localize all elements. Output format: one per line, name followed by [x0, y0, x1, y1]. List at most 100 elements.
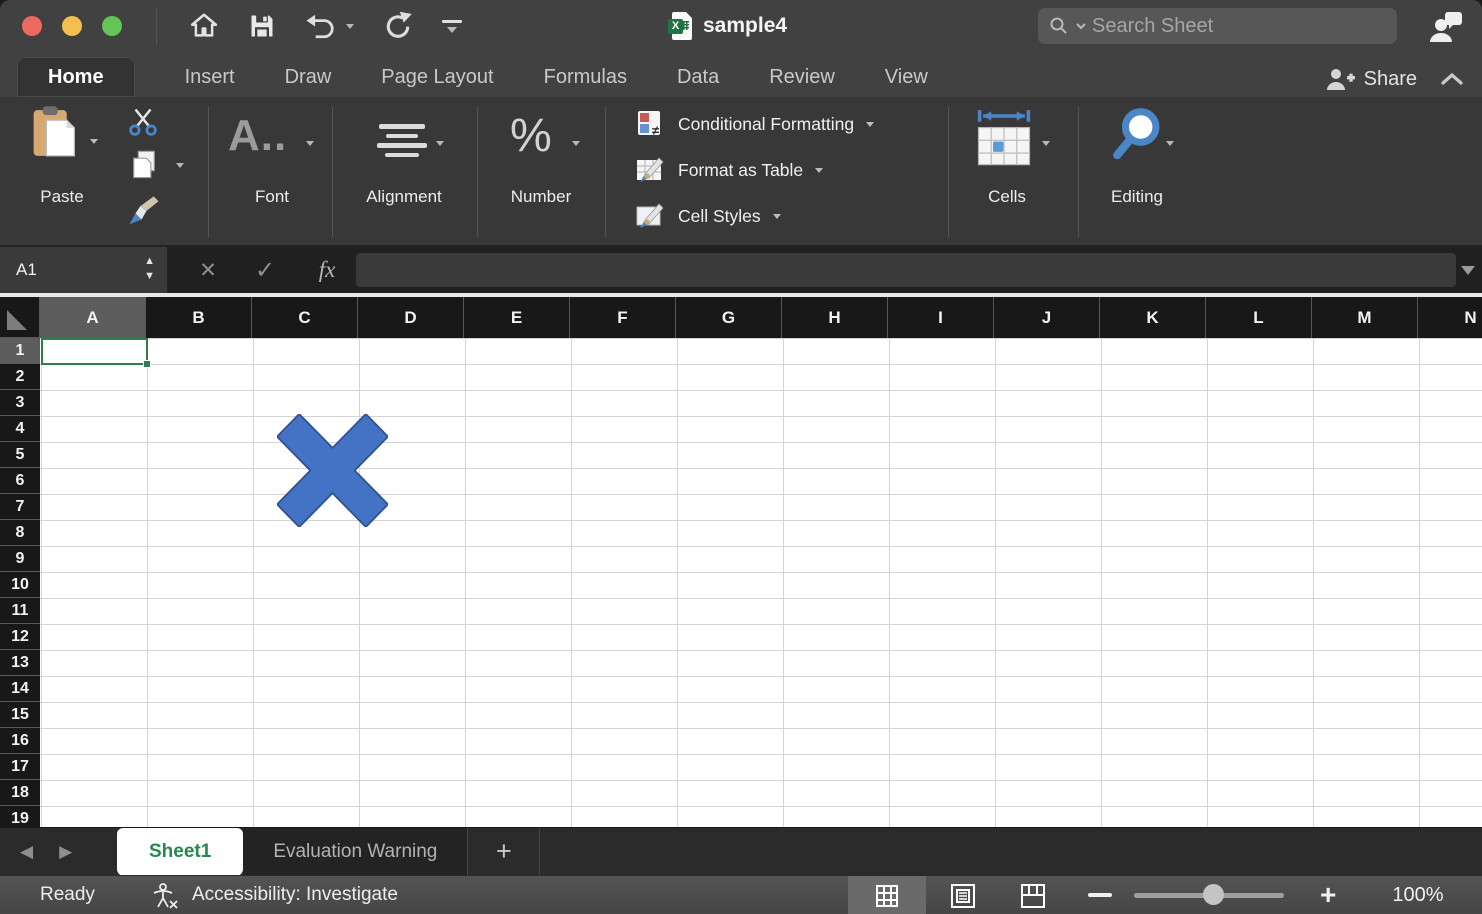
copy-dropdown-caret[interactable]: [176, 163, 184, 168]
expand-formula-bar-chevron-icon[interactable]: [1461, 266, 1475, 275]
cells-dropdown-caret[interactable]: [1042, 141, 1050, 146]
tab-view[interactable]: View: [885, 57, 928, 97]
tab-page-layout[interactable]: Page Layout: [381, 57, 493, 97]
paste-dropdown-caret[interactable]: [90, 139, 98, 144]
tab-draw[interactable]: Draw: [285, 57, 332, 97]
row-header-19[interactable]: 19: [0, 806, 40, 827]
save-button[interactable]: [248, 12, 276, 40]
tab-data[interactable]: Data: [677, 57, 719, 97]
close-window-button[interactable]: [22, 16, 42, 36]
search-scope-chevron-icon[interactable]: [1076, 22, 1086, 30]
col-header-J[interactable]: J: [994, 297, 1100, 338]
insert-function-button[interactable]: fx: [310, 247, 344, 293]
undo-dropdown-caret[interactable]: [346, 24, 354, 29]
row-header-18[interactable]: 18: [0, 780, 40, 806]
next-sheet-arrow-icon[interactable]: ▶: [59, 842, 72, 862]
font-settings-icon[interactable]: A..: [228, 111, 287, 161]
col-header-D[interactable]: D: [358, 297, 464, 338]
zoom-level[interactable]: 100%: [1368, 876, 1468, 914]
cross-shape[interactable]: [277, 414, 388, 527]
zoom-slider-thumb[interactable]: [1203, 884, 1224, 905]
col-header-M[interactable]: M: [1312, 297, 1418, 338]
format-as-table-button[interactable]: Format as Table: [636, 155, 823, 185]
col-header-N[interactable]: N: [1418, 297, 1482, 338]
col-header-B[interactable]: B: [146, 297, 252, 338]
row-header-12[interactable]: 12: [0, 624, 40, 650]
editing-button[interactable]: [1110, 107, 1162, 166]
search-sheet-box[interactable]: [1038, 8, 1397, 44]
add-sheet-button[interactable]: +: [468, 828, 540, 876]
share-button[interactable]: Share: [1364, 68, 1417, 91]
sheet-tab-sheet1[interactable]: Sheet1: [117, 828, 243, 876]
col-header-K[interactable]: K: [1100, 297, 1206, 338]
accessibility-button[interactable]: [150, 883, 180, 914]
tab-review[interactable]: Review: [769, 57, 835, 97]
row-header-7[interactable]: 7: [0, 494, 40, 520]
col-header-L[interactable]: L: [1206, 297, 1312, 338]
zoom-window-button[interactable]: [102, 16, 122, 36]
row-header-16[interactable]: 16: [0, 728, 40, 754]
col-header-G[interactable]: G: [676, 297, 782, 338]
name-box-spinner[interactable]: ▲ ▼: [144, 254, 155, 284]
col-header-E[interactable]: E: [464, 297, 570, 338]
row-header-1[interactable]: 1: [0, 338, 40, 364]
row-header-10[interactable]: 10: [0, 572, 40, 598]
page-layout-view-button[interactable]: [940, 876, 986, 914]
row-header-11[interactable]: 11: [0, 598, 40, 624]
row-header-15[interactable]: 15: [0, 702, 40, 728]
editing-dropdown-caret[interactable]: [1166, 141, 1174, 146]
page-break-view-button[interactable]: [1010, 876, 1056, 914]
home-quick-button[interactable]: [188, 11, 220, 41]
select-all-corner[interactable]: [0, 297, 40, 338]
tab-insert[interactable]: Insert: [185, 57, 235, 97]
row-header-4[interactable]: 4: [0, 416, 40, 442]
spinner-up-icon[interactable]: ▲: [144, 254, 155, 269]
percent-icon[interactable]: %: [510, 107, 552, 162]
zoom-in-button[interactable]: +: [1320, 876, 1336, 913]
col-header-C[interactable]: C: [252, 297, 358, 338]
selected-cell-A1[interactable]: [41, 338, 148, 365]
col-header-F[interactable]: F: [570, 297, 676, 338]
normal-view-button[interactable]: [848, 876, 926, 914]
tab-formulas[interactable]: Formulas: [544, 57, 627, 97]
contacts-button[interactable]: [1424, 6, 1468, 48]
cell-area[interactable]: [40, 338, 1482, 827]
row-header-13[interactable]: 13: [0, 650, 40, 676]
number-dropdown-caret[interactable]: [572, 141, 580, 146]
redo-button[interactable]: [382, 10, 414, 42]
cells-button[interactable]: [976, 109, 1032, 172]
format-painter-button[interactable]: [127, 195, 161, 232]
font-dropdown-caret[interactable]: [306, 141, 314, 146]
col-header-A[interactable]: A: [40, 297, 146, 338]
row-header-9[interactable]: 9: [0, 546, 40, 572]
alignment-icon[interactable]: [376, 124, 428, 162]
spinner-down-icon[interactable]: ▼: [144, 269, 155, 284]
row-header-2[interactable]: 2: [0, 364, 40, 390]
col-header-H[interactable]: H: [782, 297, 888, 338]
row-header-17[interactable]: 17: [0, 754, 40, 780]
customize-toolbar-button[interactable]: [442, 20, 462, 33]
conditional-formatting-button[interactable]: ≠ Conditional Formatting: [636, 109, 874, 139]
collapse-ribbon-chevron-icon[interactable]: [1440, 72, 1464, 86]
cancel-entry-button[interactable]: ✕: [194, 247, 222, 293]
cut-button[interactable]: [127, 107, 159, 142]
zoom-out-button[interactable]: [1088, 893, 1112, 897]
name-box[interactable]: A1 ▲ ▼: [0, 247, 168, 293]
paste-button[interactable]: [28, 105, 80, 166]
undo-button[interactable]: [304, 11, 354, 41]
row-header-3[interactable]: 3: [0, 390, 40, 416]
alignment-dropdown-caret[interactable]: [436, 141, 444, 146]
cell-styles-button[interactable]: Cell Styles: [636, 201, 781, 231]
col-header-I[interactable]: I: [888, 297, 994, 338]
row-header-8[interactable]: 8: [0, 520, 40, 546]
minimize-window-button[interactable]: [62, 16, 82, 36]
sheet-tab-evaluation-warning[interactable]: Evaluation Warning: [243, 828, 468, 876]
copy-button[interactable]: [129, 149, 159, 186]
tab-home[interactable]: Home: [17, 57, 135, 97]
prev-sheet-arrow-icon[interactable]: ◀: [20, 842, 33, 862]
formula-input[interactable]: [356, 253, 1456, 287]
confirm-entry-button[interactable]: ✓: [248, 247, 282, 293]
row-header-14[interactable]: 14: [0, 676, 40, 702]
row-header-5[interactable]: 5: [0, 442, 40, 468]
fill-handle[interactable]: [143, 360, 151, 368]
